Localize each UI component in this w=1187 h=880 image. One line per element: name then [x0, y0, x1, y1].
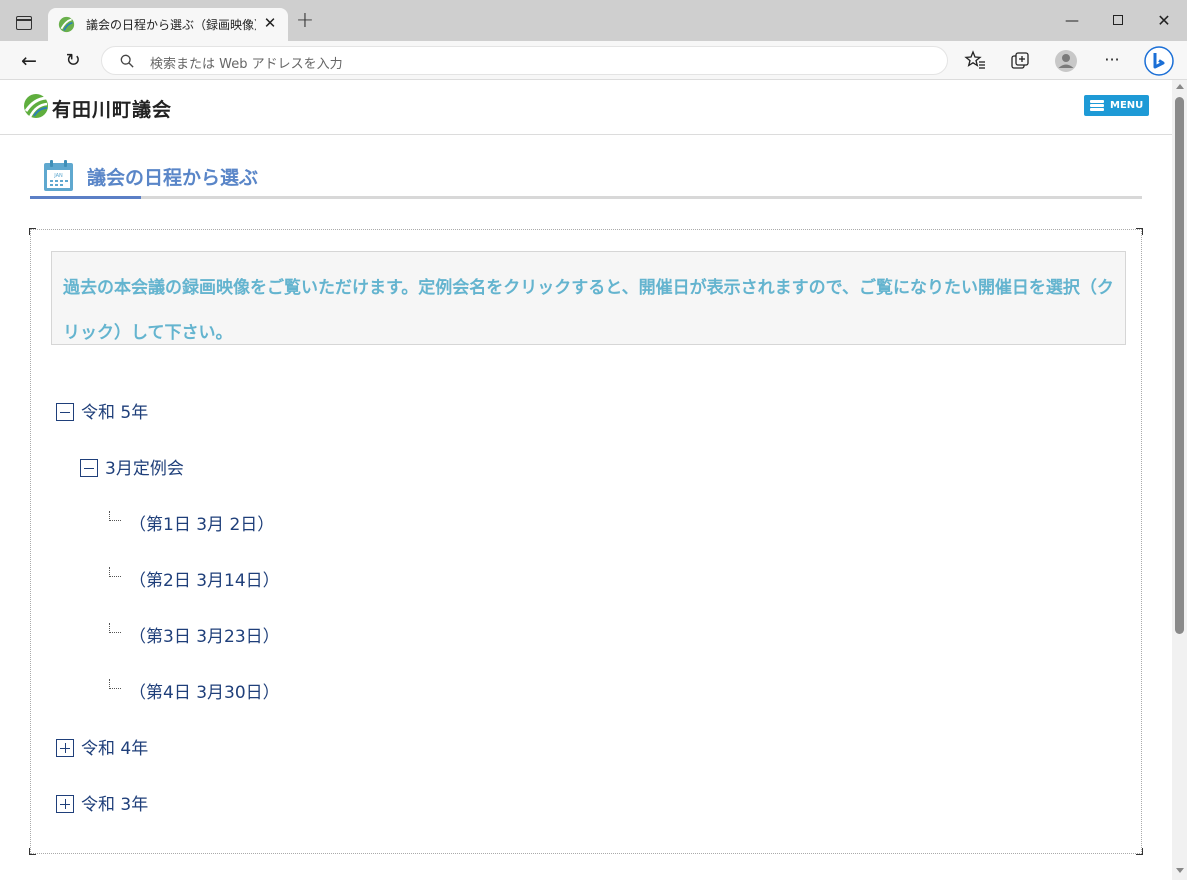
more-options-icon[interactable]: ··· [1100, 49, 1124, 73]
page-title: 議会の日程から選ぶ [87, 167, 259, 189]
maximize-button[interactable] [1103, 10, 1133, 32]
close-window-button[interactable]: ✕ [1149, 10, 1179, 32]
instruction-notice: 過去の本会議の録画映像をご覧いただけます。定例会名をクリックすると、開催日が表示… [51, 251, 1126, 345]
corner-mark [29, 848, 36, 855]
tree-day-link[interactable]: （第4日 3月30日） [129, 681, 280, 705]
bing-copilot-icon[interactable] [1144, 46, 1174, 76]
site-header: 有田川町議会 MENU [0, 80, 1172, 135]
scroll-down-arrow-icon[interactable] [1176, 868, 1184, 873]
favorites-icon[interactable] [964, 49, 988, 73]
site-favicon-icon [58, 16, 75, 33]
heading-underline [30, 196, 1142, 199]
menu-button-label: MENU [1110, 100, 1144, 111]
heading-underline-accent [30, 196, 141, 199]
corner-mark [1136, 228, 1143, 235]
tree-connector [109, 623, 121, 633]
address-bar[interactable]: 検索または Web アドレスを入力 [101, 46, 948, 75]
tree-day-link[interactable]: （第1日 3月 2日） [129, 513, 274, 537]
tree-year-label[interactable]: 令和 4年 [81, 737, 148, 761]
search-icon [120, 54, 134, 68]
tree-connector [109, 511, 121, 521]
calendar-icon: JAN [44, 160, 73, 191]
new-tab-button[interactable]: + [294, 10, 316, 33]
browser-tab[interactable]: 議会の日程から選ぶ（録画映像） ✕ [48, 8, 288, 41]
browser-toolbar: ← ↻ 検索または Web アドレスを入力 ··· [0, 41, 1187, 80]
tree-year-label[interactable]: 令和 5年 [81, 401, 148, 425]
maximize-icon [1113, 15, 1123, 25]
tab-actions-icon[interactable] [16, 16, 32, 30]
scroll-thumb[interactable] [1175, 97, 1184, 634]
browser-tab-bar: 議会の日程から選ぶ（録画映像） ✕ + — ✕ [0, 0, 1187, 41]
town-logo-icon[interactable] [23, 93, 49, 119]
close-tab-icon[interactable]: ✕ [260, 13, 280, 33]
tree-day-link[interactable]: （第2日 3月14日） [129, 569, 280, 593]
tab-title: 議会の日程から選ぶ（録画映像） [86, 18, 256, 32]
back-button[interactable]: ← [16, 48, 42, 74]
reload-button[interactable]: ↻ [60, 48, 86, 74]
content-box: 過去の本会議の録画映像をご覧いただけます。定例会名をクリックすると、開催日が表示… [29, 228, 1143, 855]
profile-avatar-icon[interactable] [1054, 49, 1078, 73]
corner-mark [29, 228, 36, 235]
collections-icon[interactable] [1008, 49, 1032, 73]
section-heading: JAN 議会の日程から選ぶ [30, 155, 1142, 199]
tree-year-label[interactable]: 令和 3年 [81, 793, 148, 817]
expand-toggle-icon[interactable] [56, 739, 74, 757]
site-logo-text[interactable]: 有田川町議会 [52, 95, 172, 122]
corner-mark [1136, 848, 1143, 855]
hamburger-icon [1090, 100, 1104, 111]
scroll-up-arrow-icon[interactable] [1176, 84, 1184, 89]
tree-connector [109, 679, 121, 689]
minimize-button[interactable]: — [1057, 10, 1087, 32]
tree-session-label[interactable]: 3月定例会 [105, 457, 184, 481]
expand-toggle-icon[interactable] [56, 795, 74, 813]
tree-day-link[interactable]: （第3日 3月23日） [129, 625, 280, 649]
calendar-icon-label: JAN [53, 173, 63, 179]
collapse-toggle-icon[interactable] [80, 459, 98, 477]
tree-connector [109, 567, 121, 577]
menu-button[interactable]: MENU [1084, 95, 1149, 116]
collapse-toggle-icon[interactable] [56, 403, 74, 421]
page-scrollbar[interactable] [1172, 80, 1187, 880]
address-placeholder: 検索または Web アドレスを入力 [150, 57, 343, 72]
